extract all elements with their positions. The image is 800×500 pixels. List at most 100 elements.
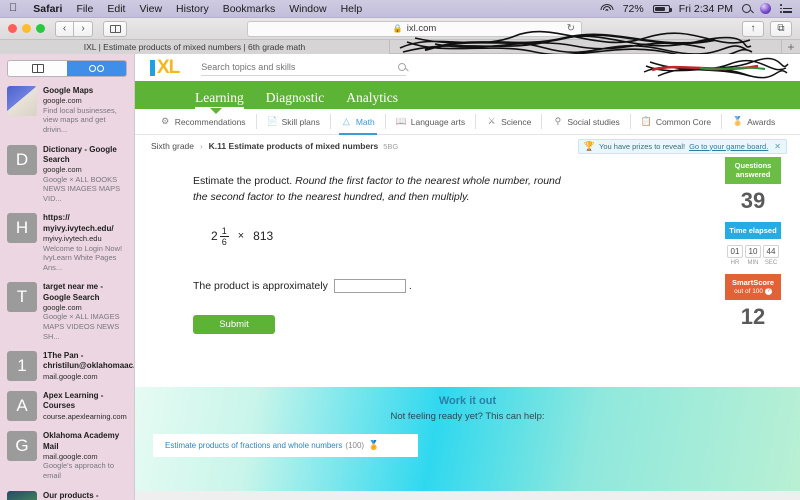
reading-list-tab-button[interactable]	[67, 61, 126, 76]
question-area: Estimate the product. Round the first fa…	[135, 157, 800, 500]
browser-tab-2[interactable]	[390, 40, 782, 54]
subnav-language-arts[interactable]: 📖 Language arts	[386, 114, 477, 129]
menu-bar-clock[interactable]: Fri 2:34 PM	[679, 3, 733, 15]
battery-icon[interactable]	[652, 4, 672, 13]
subnav-science[interactable]: ⚔ Science	[476, 114, 543, 129]
menu-item-file[interactable]: File	[69, 3, 100, 15]
spotlight-search-icon[interactable]	[742, 4, 751, 13]
breadcrumb-skill-code: 5BG	[383, 141, 399, 151]
menu-bar-status-area: 72% Fri 2:34 PM	[600, 3, 800, 15]
ixl-search-box[interactable]	[201, 59, 407, 76]
related-skill-link[interactable]: Estimate products of fractions and whole…	[165, 441, 342, 450]
close-window-button[interactable]	[8, 24, 17, 33]
sidebar-segmented-control[interactable]	[7, 60, 127, 77]
forward-button[interactable]: ›	[74, 20, 93, 37]
questions-answered-value: 39	[740, 187, 766, 213]
menu-item-view[interactable]: View	[132, 3, 169, 15]
multiplication-operator: ×	[237, 230, 245, 243]
clock-unit-sec: 44 SEC	[763, 245, 779, 266]
prompt-plain: Estimate the product.	[193, 175, 293, 187]
subnav-awards[interactable]: 🏅 Awards	[722, 114, 785, 129]
subnav-social-studies[interactable]: ⚲ Social studies	[542, 114, 631, 129]
safari-toolbar: ‹ › 🔒 ixl.com ↻ ↑ ⧉	[0, 18, 800, 40]
list-item[interactable]: D Dictionary - Google Search google.com …	[0, 140, 134, 209]
fraction-numerator: 1	[221, 225, 227, 236]
menu-item-edit[interactable]: Edit	[100, 3, 132, 15]
bookmark-thumbnail: H	[7, 213, 37, 244]
bookmark-thumbnail	[7, 86, 37, 116]
breadcrumb-separator: ›	[200, 141, 203, 151]
subnav-label: Math	[355, 116, 375, 127]
menu-item-bookmarks[interactable]: Bookmarks	[216, 3, 283, 15]
bookmark-title: Oklahoma Academy Mail	[43, 431, 120, 451]
clock-min-unit: MIN	[747, 260, 759, 267]
bookmarks-tab-button[interactable]	[8, 61, 67, 76]
menu-item-history[interactable]: History	[169, 3, 216, 15]
smartscore-sub-text: out of 100	[734, 287, 764, 295]
progress-panel: Questions answered 39 Time elapsed 01 HR…	[725, 157, 781, 338]
menu-item-safari[interactable]: Safari	[26, 3, 69, 15]
search-input[interactable]	[201, 62, 382, 72]
bookmark-description: Find local businesses, view maps and get…	[43, 105, 117, 135]
nav-learning[interactable]: Learning	[195, 90, 244, 109]
siri-icon[interactable]	[760, 3, 771, 14]
back-button[interactable]: ‹	[55, 20, 74, 37]
list-item[interactable]: G Oklahoma Academy Mail mail.google.com …	[0, 426, 134, 485]
menu-item-window[interactable]: Window	[282, 3, 333, 15]
list-item[interactable]: T target near me - Google Search google.…	[0, 277, 134, 346]
wifi-icon[interactable]	[600, 3, 614, 14]
ixl-sub-nav: ⚙ Recommendations 📄 Skill plans △ Math 📖…	[135, 108, 800, 135]
related-skill-card[interactable]: Estimate products of fractions and whole…	[153, 434, 418, 457]
list-item[interactable]: 1 1The Pan - christilun@oklahomaac... ma…	[0, 346, 134, 386]
game-board-link[interactable]: Go to your game board.	[689, 142, 768, 151]
bookmark-url: google.com	[43, 302, 82, 312]
subnav-math[interactable]: △ Math	[331, 114, 386, 135]
close-icon[interactable]: ✕	[774, 142, 781, 151]
prize-banner[interactable]: 🏆 You have prizes to reveal! Go to your …	[577, 138, 787, 154]
safari-bookmarks-sidebar[interactable]: Google Maps google.com Find local busine…	[0, 54, 135, 500]
share-button[interactable]: ↑	[742, 20, 764, 37]
list-item[interactable]: H https:// myivy.ivytech.edu/ myivy.ivyt…	[0, 208, 134, 277]
new-tab-button[interactable]: +	[782, 40, 800, 54]
work-it-out-subtitle: Not feeling ready yet? This can help:	[390, 411, 545, 422]
help-icon[interactable]: ?	[764, 287, 772, 295]
clock-sec-unit: SEC	[764, 260, 778, 267]
notification-center-icon[interactable]	[780, 4, 792, 13]
search-icon[interactable]	[398, 63, 407, 71]
maximize-window-button[interactable]	[36, 24, 45, 33]
subnav-skill-plans[interactable]: 📄 Skill plans	[257, 114, 331, 129]
work-it-out-title: Work it out	[438, 395, 497, 407]
list-item[interactable]: Our products - Google about.google Brows…	[0, 486, 134, 500]
questions-answered-label: Questions answered	[725, 157, 781, 184]
question-prompt: Estimate the product. Round the first fa…	[193, 174, 575, 206]
nav-diagnostic[interactable]: Diagnostic	[266, 90, 325, 109]
minimize-window-button[interactable]	[22, 24, 31, 33]
sidebar-toggle-button[interactable]	[103, 20, 127, 37]
menu-item-help[interactable]: Help	[334, 3, 370, 15]
page-bottom-strip	[135, 491, 800, 500]
clock-min-value: 10	[745, 245, 761, 259]
bookmark-title: Google Maps	[43, 86, 94, 95]
language-arts-icon: 📖	[395, 116, 407, 126]
ixl-logo[interactable]: XL	[150, 58, 180, 77]
reload-icon[interactable]: ↻	[567, 23, 575, 34]
nav-analytics[interactable]: Analytics	[346, 90, 398, 109]
browser-tab-1[interactable]: IXL | Estimate products of mixed numbers…	[0, 40, 390, 54]
math-icon: △	[342, 116, 350, 126]
ixl-site-header: XL	[135, 54, 800, 81]
subnav-common-core[interactable]: 📋 Common Core	[631, 114, 723, 129]
fraction-denominator: 6	[219, 235, 229, 247]
subnav-recommendations[interactable]: ⚙ Recommendations	[150, 114, 257, 129]
answer-input[interactable]	[333, 279, 406, 294]
submit-button[interactable]: Submit	[193, 315, 275, 335]
list-item[interactable]: Google Maps google.com Find local busine…	[0, 81, 134, 140]
breadcrumb-grade[interactable]: Sixth grade	[151, 141, 194, 151]
bookmark-title: Apex Learning - Courses	[43, 391, 104, 411]
toolbar-right-buttons: ↑ ⧉	[742, 20, 792, 37]
bookmark-title: target near me - Google Search	[43, 282, 104, 302]
show-tabs-button[interactable]: ⧉	[770, 20, 792, 37]
address-bar[interactable]: 🔒 ixl.com ↻	[247, 20, 582, 37]
list-item[interactable]: A Apex Learning - Courses course.apexlea…	[0, 386, 134, 426]
tab-bar: IXL | Estimate products of mixed numbers…	[0, 40, 800, 54]
apple-menu-icon[interactable]: 	[0, 3, 26, 14]
